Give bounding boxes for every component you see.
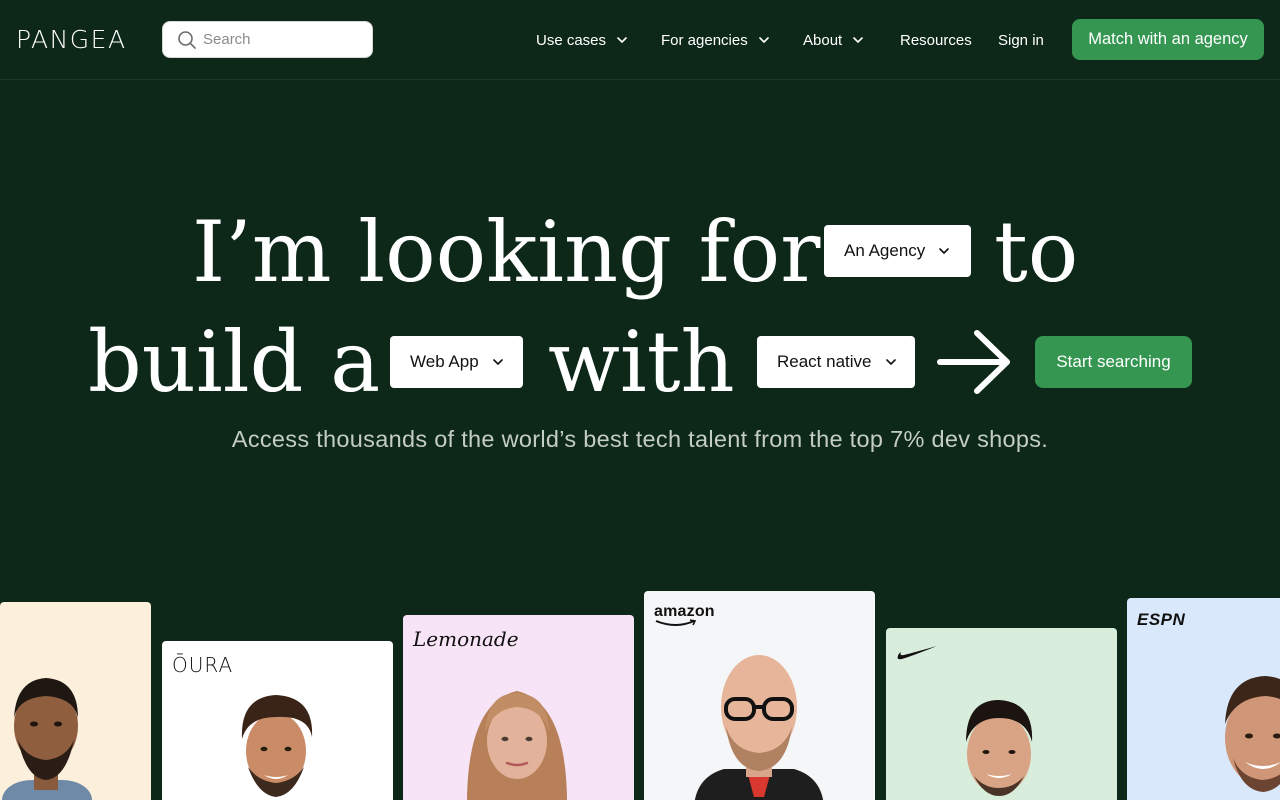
nike-logo xyxy=(897,646,937,660)
amazon-logo: amazon xyxy=(654,603,715,627)
hero-subtitle: Access thousands of the world’s best tec… xyxy=(231,426,1049,452)
chevron-down-icon xyxy=(491,355,505,369)
testimonial-card-nike[interactable] xyxy=(886,628,1117,800)
nav-about-label: About xyxy=(803,31,843,49)
testimonial-card-lemonade[interactable]: Lemonade xyxy=(403,615,634,800)
start-searching-button[interactable]: Start searching xyxy=(1035,336,1192,388)
amazon-smile-icon xyxy=(655,619,697,626)
testimonial-card-amazon[interactable]: amazon xyxy=(644,591,875,800)
hero-headline-part-2: to xyxy=(994,203,1079,301)
lemonade-logo: Lemonade xyxy=(413,627,519,651)
nav-resources[interactable]: Resources xyxy=(900,29,972,51)
build-type-value: Web App xyxy=(410,352,479,371)
oura-logo: ŌURA xyxy=(172,653,234,677)
nav-about[interactable]: About xyxy=(803,29,865,51)
chevron-down-icon xyxy=(757,33,771,47)
amazon-logo-text: amazon xyxy=(654,603,715,620)
nav-use-cases[interactable]: Use cases xyxy=(536,29,629,51)
espn-logo: ESPN xyxy=(1137,610,1186,629)
technology-value: React native xyxy=(777,352,872,371)
arrow-right-icon xyxy=(937,330,1010,394)
nav-for-agencies[interactable]: For agencies xyxy=(661,29,771,51)
search-input[interactable] xyxy=(203,31,363,48)
pangea-logo[interactable]: PANGEA xyxy=(16,27,127,52)
testimonial-card-1[interactable] xyxy=(0,602,151,800)
chevron-down-icon xyxy=(851,33,865,47)
nav-for-agencies-label: For agencies xyxy=(661,31,748,49)
nav-resources-label: Resources xyxy=(900,31,972,49)
person-photo xyxy=(1205,654,1280,800)
match-with-agency-button[interactable]: Match with an agency xyxy=(1072,19,1264,60)
chevron-down-icon xyxy=(884,355,898,369)
person-photo xyxy=(0,660,96,800)
nav-sign-in[interactable]: Sign in xyxy=(998,29,1044,51)
nav-sign-in-label: Sign in xyxy=(998,31,1044,49)
testimonial-card-espn[interactable]: ESPN xyxy=(1127,598,1280,800)
looking-for-dropdown[interactable]: An Agency xyxy=(824,225,971,277)
hero-headline-part-4: with xyxy=(548,313,735,411)
nav-use-cases-label: Use cases xyxy=(536,31,607,49)
person-photo xyxy=(457,663,577,800)
person-photo xyxy=(684,647,834,800)
chevron-down-icon xyxy=(937,244,951,258)
looking-for-value: An Agency xyxy=(844,241,926,260)
build-type-dropdown[interactable]: Web App xyxy=(390,336,523,388)
testimonial-card-oura[interactable]: ŌURA xyxy=(162,641,393,800)
person-photo xyxy=(226,687,326,800)
hero-headline-part-3: build a xyxy=(88,313,381,411)
technology-dropdown[interactable]: React native xyxy=(757,336,915,388)
chevron-down-icon xyxy=(615,33,629,47)
hero-headline-part-1: I’m looking for xyxy=(192,203,821,301)
person-photo xyxy=(944,692,1054,800)
search-icon xyxy=(178,30,196,49)
search-bar[interactable] xyxy=(162,21,373,58)
site-header: PANGEA Use cases For agencies About Reso… xyxy=(0,0,1280,80)
